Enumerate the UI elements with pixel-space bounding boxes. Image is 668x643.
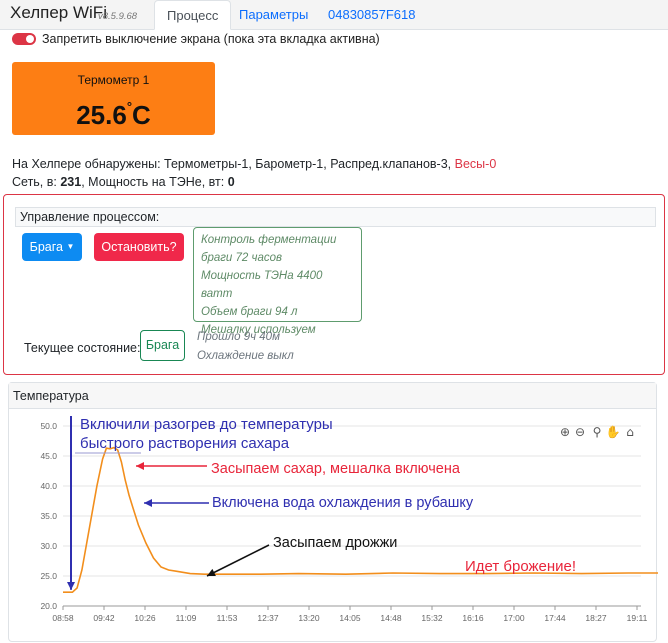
home-icon[interactable]: ⌂ [626, 425, 634, 439]
caret-down-icon: ▼ [66, 242, 75, 251]
y-tick-label: 45.0 [40, 451, 57, 461]
chart-annotation: быстрого растворения сахара [80, 435, 290, 452]
x-tick-label: 13:20 [298, 613, 320, 623]
heater-power-label: , Мощность на ТЭНе, вт: [81, 175, 225, 189]
elapsed-time: Прошло 9ч 40м [197, 331, 280, 343]
cooling-status: Охлаждение выкл [197, 350, 294, 362]
screen-lock-label: Запретить выключение экрана (пока эта вк… [42, 32, 380, 46]
thermometer-value-row: 25.6°C [12, 99, 215, 131]
thermometer-unit: C [132, 100, 151, 130]
y-tick-label: 25.0 [40, 571, 57, 581]
tab-process[interactable]: Процесс [154, 0, 232, 30]
zoom-in-icon[interactable]: ⊕ [560, 425, 570, 439]
pan-hand-icon[interactable]: ✋ [606, 425, 621, 439]
x-tick-label: 09:42 [93, 613, 115, 623]
process-mode-dropdown[interactable]: Брага ▼ [22, 233, 82, 261]
detected-sensors-text: На Хелпере обнаружены: Термометры-1, Бар… [12, 157, 452, 171]
screen-lock-toggle[interactable] [12, 33, 36, 45]
thermometer-tile: Термометр 1 25.6°C [12, 62, 215, 135]
chart-annotation: Засыпаем дрожжи [273, 535, 397, 551]
process-detail-line: Мощность ТЭНа 4400 ватт [201, 270, 323, 300]
process-detail-line: Объем браги 94 л [201, 306, 298, 318]
x-tick-label: 16:16 [462, 613, 484, 623]
current-state-badge: Брага [140, 330, 185, 361]
version-label: v8.5.9.68 [98, 11, 138, 22]
y-tick-label: 20.0 [40, 601, 57, 611]
cooling-arrow-head [144, 499, 152, 507]
detected-sensors: На Хелпере обнаружены: Термометры-1, Бар… [12, 157, 496, 171]
process-header: Управление процессом: [15, 207, 656, 227]
x-tick-label: 17:44 [544, 613, 566, 623]
yeast-arrow [206, 544, 270, 577]
state-info: Прошло 9ч 40м Охлаждение выкл [197, 328, 294, 366]
sugar-arrow-head [136, 462, 144, 470]
y-tick-label: 35.0 [40, 511, 57, 521]
power-status: Сеть, в: 231, Мощность на ТЭНе, вт: 0 [12, 175, 235, 189]
y-tick-label: 40.0 [40, 481, 57, 491]
x-tick-label: 08:58 [52, 613, 74, 623]
chart-annotation: Засыпаем сахар, мешалка включена [211, 461, 461, 477]
thermometer-value: 25.6 [76, 100, 127, 130]
x-tick-label: 19:11 [627, 613, 648, 623]
net-voltage-value: 231 [60, 175, 82, 189]
x-tick-label: 14:05 [339, 613, 361, 623]
x-tick-label: 11:09 [176, 613, 197, 623]
x-tick-label: 14:48 [380, 613, 402, 623]
chart-annotation: Включена вода охлаждения в рубашку [212, 495, 474, 511]
process-control-panel: Управление процессом: Брага ▼ Остановить… [3, 194, 665, 375]
temperature-chart-card: Температура 20.0 25.0 30.0 35.0 40.0 45.0 50.0… [8, 382, 658, 642]
x-tick-label: 15:32 [421, 613, 443, 623]
zoom-out-icon[interactable]: ⊖ [575, 425, 585, 439]
thermometer-title: Термометр 1 [77, 73, 150, 87]
heating-arrow-head [67, 582, 75, 590]
top-navbar: Хелпер WiFi v8.5.9.68 Процесс Параметры … [0, 0, 668, 30]
heater-power-value: 0 [227, 175, 235, 189]
process-details: Контроль ферментации браги 72 часов Мощн… [193, 227, 362, 336]
process-detail-line: браги 72 часов [201, 252, 283, 264]
x-tick-label: 12:37 [257, 613, 279, 623]
process-detail-line: Контроль ферментации [201, 234, 337, 246]
stop-process-button[interactable]: Остановить? [94, 233, 184, 261]
process-mode-label: Брага [29, 240, 63, 254]
net-voltage-label: Сеть, в: [12, 175, 57, 189]
toggle-knob [26, 35, 34, 43]
chart-annotation: Включили разогрев до температуры [80, 416, 333, 433]
tab-device-id[interactable]: 04830857F618 [316, 0, 427, 30]
x-tick-label: 11:53 [217, 613, 238, 623]
x-tick-label: 18:27 [585, 613, 607, 623]
tab-parameters[interactable]: Параметры [227, 0, 320, 30]
y-tick-label: 30.0 [40, 541, 57, 551]
scales-warning: Весы-0 [454, 157, 497, 171]
magnifier-icon[interactable]: ⚲ [593, 425, 602, 439]
brand-title[interactable]: Хелпер WiFi [10, 3, 107, 23]
temperature-chart: 20.0 25.0 30.0 35.0 40.0 45.0 50.0 08:58 09:42 10… [40, 416, 658, 623]
current-state-label: Текущее состояние: [24, 341, 141, 355]
chart-annotation: Идет брожение! [465, 558, 576, 575]
y-tick-label: 50.0 [40, 421, 57, 431]
x-tick-label: 10:26 [134, 613, 156, 623]
x-tick-label: 17:00 [503, 613, 525, 623]
